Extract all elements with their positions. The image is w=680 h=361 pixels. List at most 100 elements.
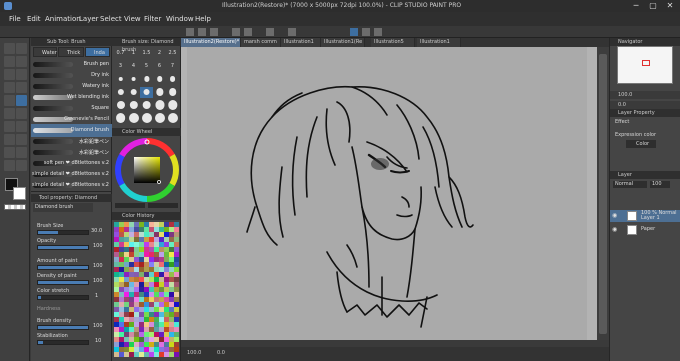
color-swatch[interactable] [154, 257, 159, 262]
color-swatch[interactable] [154, 352, 159, 357]
color-swatch[interactable] [134, 247, 139, 252]
color-swatch[interactable] [144, 297, 149, 302]
density-of-paint-slider[interactable] [37, 280, 89, 285]
brush-size-value[interactable]: 30.0 [91, 228, 102, 234]
color-swatch[interactable] [139, 342, 144, 347]
brush-size-preset[interactable]: 7 [166, 61, 179, 72]
color-swatch[interactable] [159, 232, 164, 237]
color-swatch[interactable] [174, 252, 179, 257]
color-swatch[interactable] [124, 237, 129, 242]
color-swatch[interactable] [129, 272, 134, 277]
operation-tool-icon[interactable] [4, 56, 15, 67]
color-swatch[interactable] [164, 277, 169, 282]
color-swatch[interactable] [139, 247, 144, 252]
color-swatch[interactable] [124, 222, 129, 227]
close-button[interactable]: ✕ [662, 1, 678, 11]
layer-row-paper[interactable]: ◉ Paper [610, 224, 680, 236]
color-swatch[interactable] [139, 232, 144, 237]
brush-size-preset[interactable]: 5 [140, 61, 153, 72]
color-swatch[interactable] [134, 232, 139, 237]
color-swatch[interactable] [134, 272, 139, 277]
color-swatch[interactable] [164, 347, 169, 352]
menu-window[interactable]: Window [166, 15, 194, 23]
color-swatch[interactable] [114, 317, 119, 322]
color-swatch[interactable] [134, 282, 139, 287]
doc-tab[interactable]: Illustration1 [281, 38, 321, 47]
color-swatch[interactable] [164, 307, 169, 312]
color-swatch[interactable] [114, 352, 119, 357]
brush-size-preset[interactable]: 0.7 [114, 48, 127, 59]
color-swatch[interactable] [154, 222, 159, 227]
color-swatch[interactable] [139, 352, 144, 357]
color-swatch[interactable] [174, 297, 179, 302]
color-swatch[interactable] [164, 227, 169, 232]
color-swatch[interactable] [149, 257, 154, 262]
brush-size-preset[interactable]: 1.5 [140, 48, 153, 59]
color-swatch[interactable] [114, 297, 119, 302]
color-swatch[interactable] [159, 262, 164, 267]
color-swatch[interactable] [129, 347, 134, 352]
color-swatch[interactable] [169, 347, 174, 352]
color-swatch[interactable] [134, 307, 139, 312]
color-swatch[interactable] [134, 252, 139, 257]
color-swatch[interactable] [139, 282, 144, 287]
color-history-grid[interactable] [114, 222, 179, 359]
save-icon[interactable] [210, 28, 218, 36]
color-swatch[interactable] [164, 247, 169, 252]
amount-of-paint-value[interactable]: 100 [93, 263, 103, 269]
color-swatch[interactable] [124, 232, 129, 237]
color-swatch[interactable] [139, 267, 144, 272]
color-swatch[interactable] [149, 347, 154, 352]
figure-tool-icon[interactable] [4, 147, 15, 158]
color-swatch[interactable] [159, 252, 164, 257]
color-swatch[interactable] [154, 262, 159, 267]
color-swatch[interactable] [119, 307, 124, 312]
color-swatch[interactable] [134, 292, 139, 297]
color-swatch[interactable] [119, 272, 124, 277]
color-swatch[interactable] [144, 292, 149, 297]
new-icon[interactable] [186, 28, 194, 36]
brush-size-preset[interactable]: 3 [114, 61, 127, 72]
color-wheel[interactable] [115, 138, 179, 202]
color-swatch[interactable] [159, 352, 164, 357]
color-swatch[interactable] [124, 252, 129, 257]
color-swatch[interactable] [134, 342, 139, 347]
color-swatch[interactable] [129, 262, 134, 267]
color-swatch[interactable] [174, 247, 179, 252]
color-swatch[interactable] [144, 332, 149, 337]
color-swatch[interactable] [139, 337, 144, 342]
color-swatch[interactable] [139, 292, 144, 297]
color-swatch[interactable] [119, 297, 124, 302]
color-swatch[interactable] [129, 227, 134, 232]
color-swatch[interactable] [174, 272, 179, 277]
color-swatch[interactable] [129, 327, 134, 332]
color-swatch[interactable] [139, 222, 144, 227]
color-swatch[interactable] [114, 277, 119, 282]
color-swatch[interactable] [169, 227, 174, 232]
color-swatch[interactable] [159, 337, 164, 342]
color-swatch[interactable] [134, 222, 139, 227]
brush-size-slider[interactable] [37, 230, 89, 235]
color-swatch[interactable] [124, 302, 129, 307]
color-swatch[interactable] [154, 247, 159, 252]
brush-size-preset[interactable] [127, 74, 140, 85]
color-swatch[interactable] [154, 302, 159, 307]
opacity-value[interactable]: 100 [93, 243, 103, 249]
color-swatch[interactable] [159, 342, 164, 347]
stabilization-slider[interactable] [37, 340, 89, 345]
brush-size-preset[interactable] [140, 74, 153, 85]
color-swatch[interactable] [119, 332, 124, 337]
color-swatch[interactable] [169, 267, 174, 272]
zoom-tool-icon[interactable] [4, 43, 15, 54]
color-swatch[interactable] [174, 342, 179, 347]
color-swatch[interactable] [114, 342, 119, 347]
zoom-readout[interactable]: 100.0 [187, 350, 201, 356]
color-swatch[interactable] [144, 222, 149, 227]
color-swatch[interactable] [149, 297, 154, 302]
color-swatch[interactable] [149, 302, 154, 307]
color-swatch[interactable] [149, 237, 154, 242]
color-swatch[interactable] [159, 312, 164, 317]
color-swatch[interactable] [154, 337, 159, 342]
color-swatch[interactable] [134, 297, 139, 302]
color-swatch[interactable] [124, 312, 129, 317]
